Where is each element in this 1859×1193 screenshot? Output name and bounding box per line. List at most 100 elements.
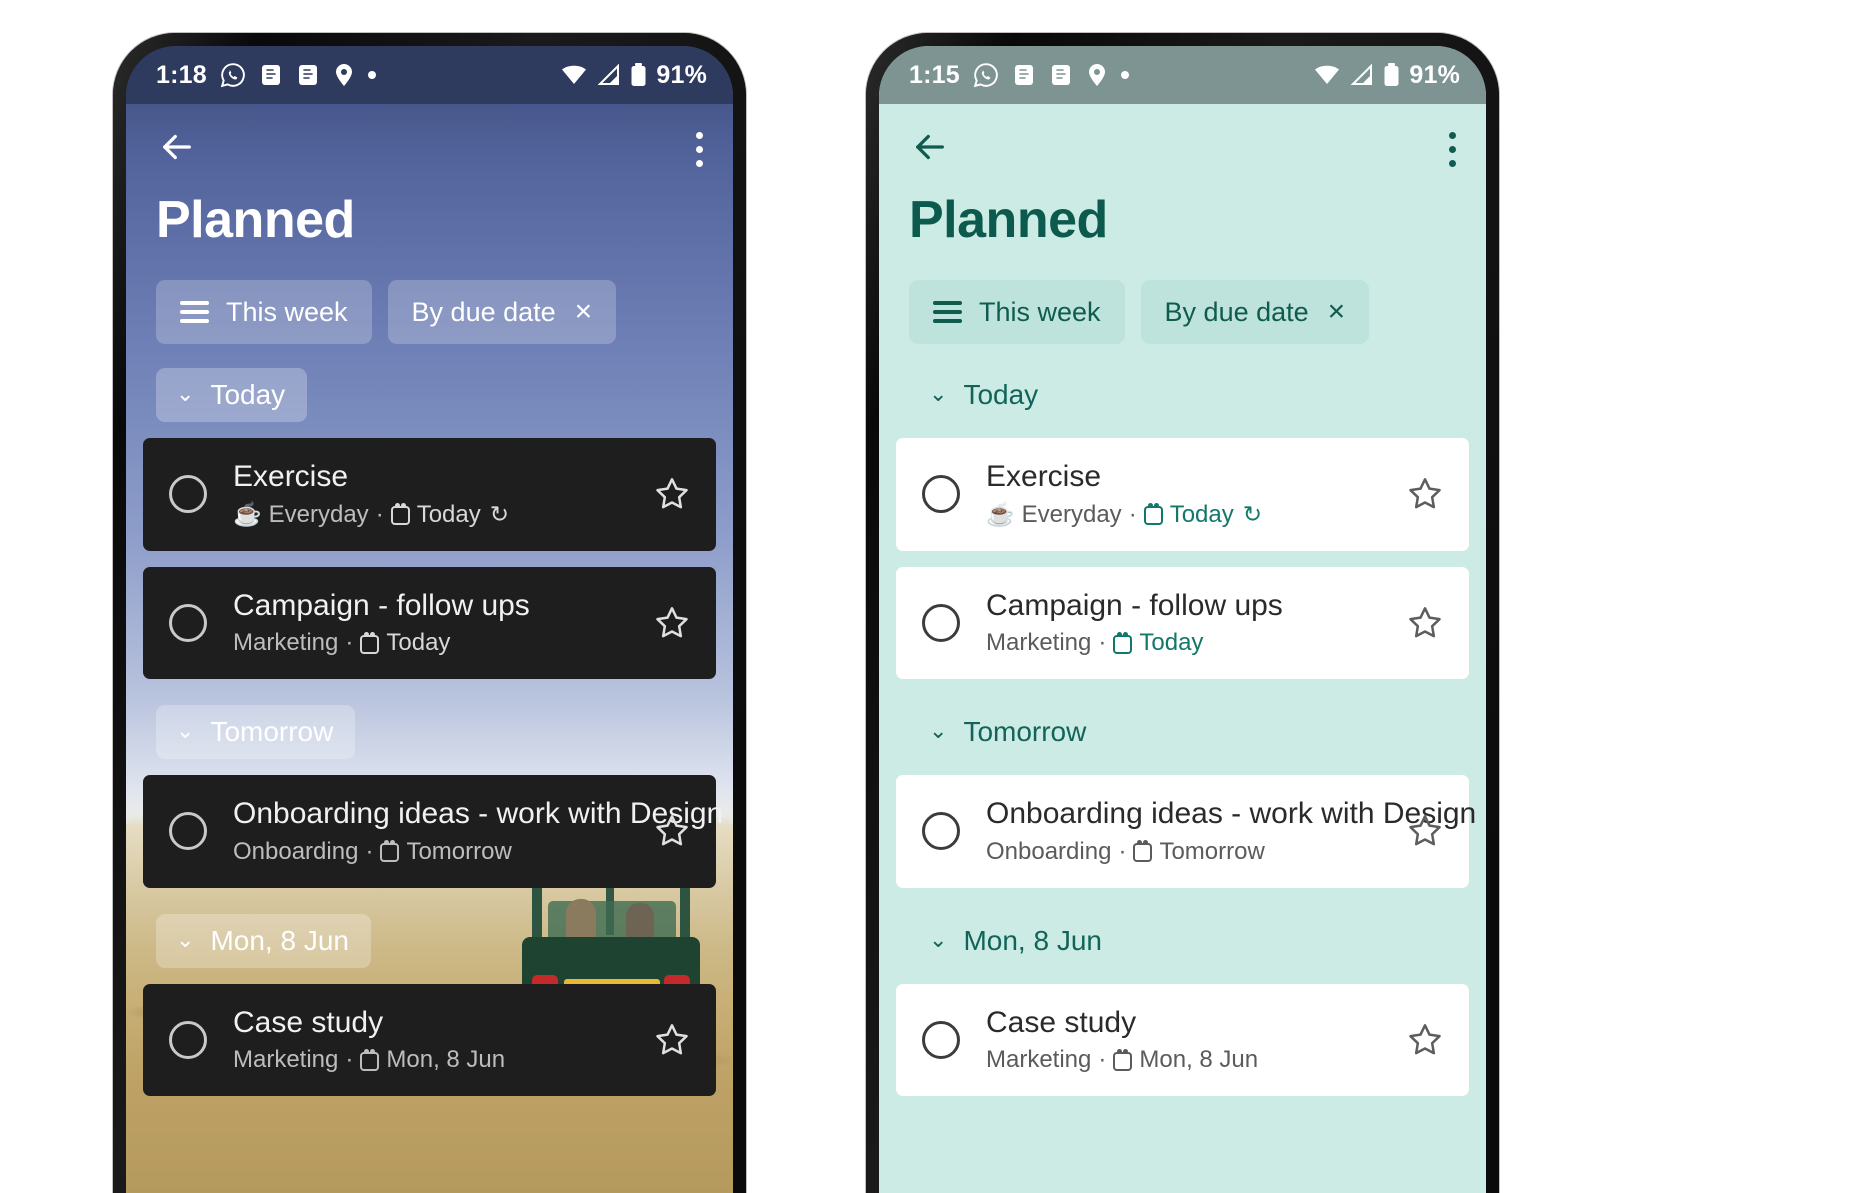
recurring-icon: ↻ — [1242, 501, 1263, 528]
task-title: Case study — [233, 1005, 384, 1039]
star-outline-icon[interactable] — [1405, 474, 1445, 514]
task-row[interactable]: Case study Marketing · Mon, 8 Jun — [896, 983, 1469, 1097]
group-label: Mon, 8 Jun — [210, 924, 349, 956]
task-row[interactable]: Exercise ☕ Everyday · Today ↻ — [143, 438, 716, 551]
wifi-icon — [1313, 64, 1341, 86]
phone-mockup-dark: 1:18 91% Planned This week By due date ×… — [113, 33, 746, 1193]
task-due-date: Today — [1169, 500, 1234, 528]
chip-by-due-date[interactable]: By due date × — [387, 280, 617, 344]
location-pin-icon — [1086, 63, 1108, 87]
task-row[interactable]: Campaign - follow ups Marketing · Today — [896, 566, 1469, 680]
task-row[interactable]: Onboarding ideas - work with Design Onbo… — [896, 775, 1476, 888]
chip-label: This week — [979, 296, 1101, 327]
task-due-date: Mon, 8 Jun — [1139, 1046, 1259, 1074]
group-header-mon-8-jun[interactable]: ⌄ Mon, 8 Jun — [909, 914, 1124, 968]
task-list-name: Marketing — [233, 629, 339, 657]
subtitle-separator: · — [1118, 837, 1127, 865]
group-header-today[interactable]: ⌄ Today — [909, 368, 1060, 422]
battery-icon — [630, 63, 647, 87]
subtitle-separator: · — [375, 500, 384, 528]
chip-label: This week — [226, 296, 348, 327]
group-header-tomorrow[interactable]: ⌄ Tomorrow — [909, 705, 1108, 759]
chip-this-week[interactable]: This week — [156, 280, 372, 344]
subtitle-separator: · — [345, 1046, 354, 1074]
chevron-down-icon: ⌄ — [929, 718, 948, 744]
subtitle-separator: · — [365, 837, 374, 865]
task-list-name: Marketing — [986, 629, 1092, 657]
task-title: Exercise — [233, 460, 349, 493]
kebab-menu-icon[interactable] — [1448, 126, 1456, 167]
task-subtitle: Onboarding · Tomorrow — [233, 838, 626, 866]
checkbox-circle-icon[interactable] — [169, 1021, 207, 1060]
close-icon[interactable]: × — [575, 297, 593, 327]
phone-screen: 1:18 91% Planned This week By due date ×… — [126, 46, 733, 1193]
task-row[interactable]: Case study Marketing · Mon, 8 Jun — [143, 983, 716, 1097]
task-row[interactable]: Campaign - follow ups Marketing · Today — [143, 566, 716, 680]
chip-this-week[interactable]: This week — [909, 280, 1125, 344]
task-due-date: Tomorrow — [1159, 837, 1265, 865]
signal-icon — [1350, 64, 1374, 86]
phone-mockup-light: 1:15 91% Planned This week By due date ×… — [866, 33, 1499, 1193]
task-list-name: Onboarding — [233, 837, 359, 865]
document-icon — [1012, 63, 1036, 87]
task-due-date: Tomorrow — [406, 837, 512, 865]
star-outline-icon[interactable] — [652, 603, 692, 643]
phone-bezel: 1:15 91% Planned This week By due date ×… — [866, 33, 1499, 1193]
group-header-tomorrow[interactable]: ⌄ Tomorrow — [156, 705, 356, 760]
screenshot-canvas: 1:18 91% Planned This week By due date ×… — [0, 0, 1859, 1193]
group-label: Today — [963, 379, 1039, 410]
subtitle-separator: · — [1098, 629, 1107, 657]
task-subtitle: Onboarding · Tomorrow — [986, 838, 1379, 866]
back-arrow-icon[interactable] — [156, 126, 198, 168]
calendar-icon — [1113, 1048, 1133, 1071]
chip-by-due-date[interactable]: By due date × — [1140, 280, 1370, 344]
group-header-today[interactable]: ⌄ Today — [156, 368, 308, 422]
coffee-icon: ☕ — [233, 501, 262, 528]
task-row[interactable]: Exercise ☕ Everyday · Today ↻ — [896, 438, 1469, 551]
checkbox-circle-icon[interactable] — [922, 475, 960, 514]
checkbox-circle-icon[interactable] — [922, 603, 960, 642]
group-label: Tomorrow — [963, 716, 1087, 748]
dot-icon — [367, 71, 376, 79]
status-bar: 1:15 91% — [879, 46, 1486, 104]
close-icon[interactable]: × — [1328, 297, 1346, 327]
task-title: Campaign - follow ups — [986, 588, 1283, 622]
chevron-down-icon: ⌄ — [929, 381, 948, 406]
checkbox-circle-icon[interactable] — [922, 812, 960, 851]
document-icon — [1049, 63, 1073, 87]
task-list: ⌄ Today Exercise ☕ Everyday · Today ↻ Ca… — [126, 368, 733, 1097]
hamburger-icon — [180, 301, 209, 323]
calendar-icon — [1113, 631, 1133, 654]
task-title: Campaign - follow ups — [233, 588, 530, 622]
star-outline-icon[interactable] — [1405, 1020, 1445, 1060]
chevron-down-icon: ⌄ — [176, 926, 195, 952]
star-outline-icon[interactable] — [652, 1020, 692, 1060]
phone-screen: 1:15 91% Planned This week By due date ×… — [879, 46, 1486, 1193]
star-outline-icon[interactable] — [652, 474, 692, 514]
task-list-name: Marketing — [233, 1046, 339, 1074]
back-arrow-icon[interactable] — [909, 126, 951, 168]
star-outline-icon[interactable] — [652, 811, 692, 851]
star-outline-icon[interactable] — [1405, 811, 1445, 851]
chip-label: By due date — [411, 296, 556, 327]
group-label: Mon, 8 Jun — [963, 924, 1102, 956]
kebab-menu-icon[interactable] — [695, 126, 703, 167]
checkbox-circle-icon[interactable] — [169, 812, 207, 851]
group-header-mon-8-jun[interactable]: ⌄ Mon, 8 Jun — [156, 913, 371, 968]
chevron-down-icon: ⌄ — [929, 926, 948, 952]
checkbox-circle-icon[interactable] — [922, 1021, 960, 1060]
star-outline-icon[interactable] — [1405, 603, 1445, 643]
app-bar: Planned — [126, 104, 733, 250]
status-time: 1:18 — [156, 60, 207, 89]
checkbox-circle-icon[interactable] — [169, 475, 207, 514]
task-row[interactable]: Onboarding ideas - work with Design Onbo… — [143, 775, 723, 888]
hamburger-icon — [933, 301, 962, 323]
calendar-icon — [1143, 503, 1163, 526]
task-subtitle: Marketing · Today — [233, 629, 626, 657]
checkbox-circle-icon[interactable] — [169, 603, 207, 642]
whatsapp-icon — [973, 62, 999, 88]
chip-label: By due date — [1164, 296, 1309, 327]
task-list-name: Everyday — [268, 500, 369, 528]
battery-icon — [1383, 63, 1400, 87]
page-title: Planned — [156, 191, 355, 249]
